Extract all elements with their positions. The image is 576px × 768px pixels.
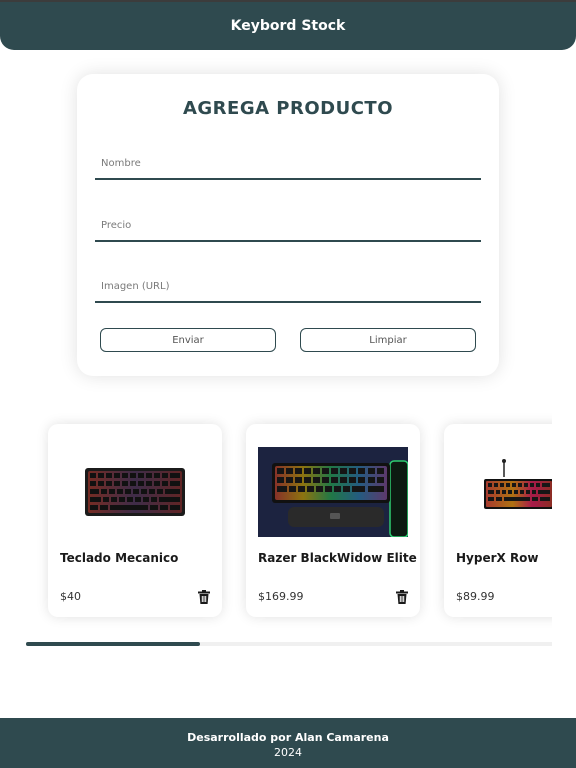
product-card: HyperX Row $89.99 — [444, 424, 552, 617]
product-card: Teclado Mecanico $40 — [48, 424, 222, 617]
product-image — [60, 447, 210, 537]
product-name: Teclado Mecanico — [60, 551, 179, 565]
carousel-scrollbar[interactable] — [26, 642, 552, 646]
trash-icon[interactable] — [396, 590, 408, 604]
product-image — [456, 447, 552, 537]
product-carousel[interactable]: Teclado Mecanico $40 Razer BlackWidow El… — [26, 400, 552, 648]
keyboard-icon — [85, 468, 185, 516]
imagen-field — [95, 271, 481, 303]
product-price: $169.99 — [258, 590, 304, 603]
precio-input[interactable] — [95, 210, 481, 240]
scrollbar-thumb[interactable] — [26, 642, 200, 646]
footer-credit: Desarrollado por Alan Camarena — [187, 731, 389, 744]
product-price: $89.99 — [456, 590, 495, 603]
nombre-input[interactable] — [95, 148, 481, 178]
precio-field — [95, 210, 481, 242]
app-footer: Desarrollado por Alan Camarena 2024 — [0, 718, 576, 768]
keyboard-icon — [484, 459, 552, 509]
footer-year: 2024 — [274, 746, 302, 759]
form-title: AGREGA PRODUCTO — [182, 98, 394, 119]
trash-icon[interactable] — [198, 590, 210, 604]
product-name: HyperX Row — [456, 551, 539, 565]
product-name: Razer BlackWidow Elite — [258, 551, 417, 565]
product-price: $40 — [60, 590, 81, 603]
clear-button[interactable]: Limpiar — [300, 328, 476, 352]
imagen-url-input[interactable] — [95, 271, 481, 301]
add-product-form: AGREGA PRODUCTO Enviar Limpiar — [77, 74, 499, 376]
app-header: Keybord Stock — [0, 0, 576, 50]
nombre-field — [95, 148, 481, 180]
product-card: Razer BlackWidow Elite $169.99 — [246, 424, 420, 617]
keyboard-icon — [258, 447, 408, 537]
product-image — [258, 447, 408, 537]
submit-button[interactable]: Enviar — [100, 328, 276, 352]
app-title: Keybord Stock — [230, 18, 346, 34]
